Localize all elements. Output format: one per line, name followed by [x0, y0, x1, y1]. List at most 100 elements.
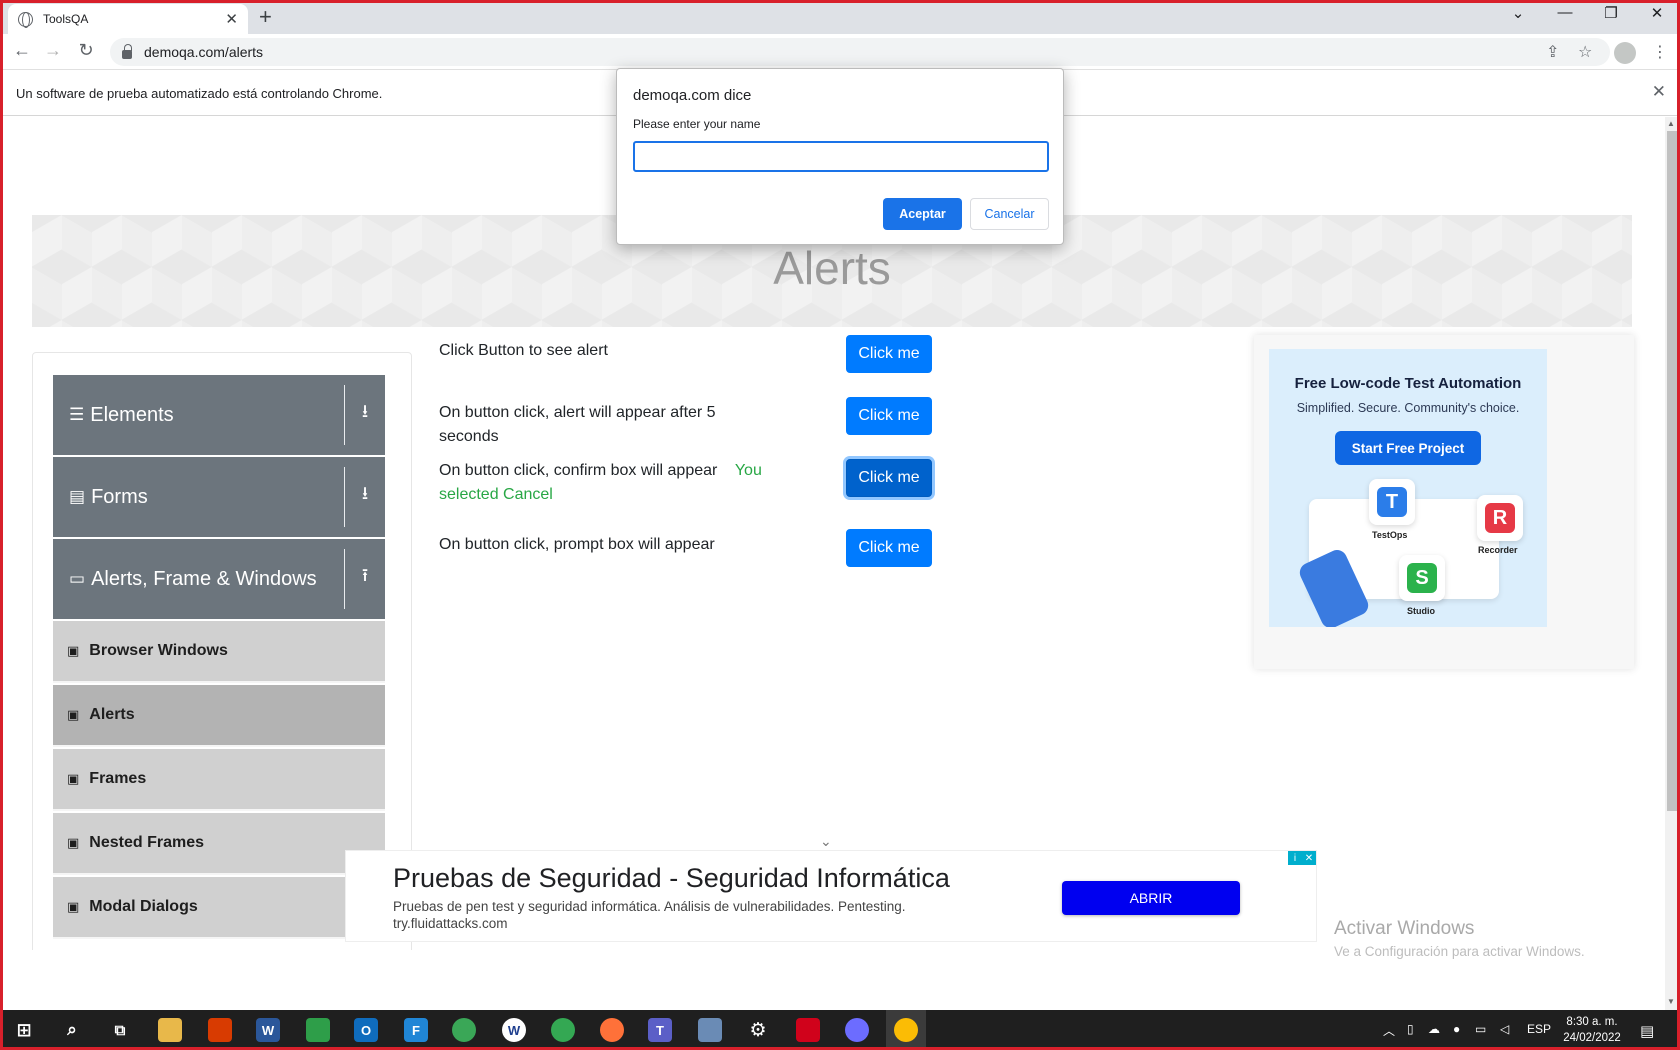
ad-bottom-description: Pruebas de pen test y seguridad informát…	[393, 899, 906, 914]
windows-start-icon[interactable]: ⊞	[12, 1018, 36, 1042]
chevron-down-icon[interactable]: ⌄	[820, 833, 832, 850]
sidebar-item-alerts[interactable]: ▣ Alerts	[53, 685, 385, 747]
sidebar-group-forms[interactable]: ▤ Forms ⭳	[53, 457, 385, 537]
share-icon[interactable]: ⇪	[1546, 42, 1559, 62]
inbox-app-icon[interactable]	[698, 1018, 722, 1042]
sidebar-item-modal-dialogs[interactable]: ▣ Modal Dialogs	[53, 877, 385, 939]
info-icon[interactable]: i	[1288, 851, 1302, 865]
outlook-icon[interactable]: O	[354, 1018, 378, 1042]
download-arrow-icon[interactable]: ⭳	[354, 481, 376, 511]
clock-time: 8:30 a. m.	[1566, 1016, 1618, 1028]
word-icon[interactable]: W	[256, 1018, 280, 1042]
ad-right[interactable]: Free Low-code Test Automation Simplified…	[1254, 335, 1634, 669]
close-icon[interactable]: ✕	[1302, 851, 1316, 865]
network-icon[interactable]: ▭	[1475, 1022, 1486, 1036]
download-arrow-icon[interactable]: ⭳	[354, 399, 376, 429]
browser-tab[interactable]: ToolsQA ✕	[8, 4, 248, 34]
confirm-button[interactable]: Click me	[846, 459, 932, 497]
address-bar[interactable]: demoqa.com/alerts	[110, 38, 1610, 66]
sidebar-group-label: Alerts, Frame & Windows	[91, 567, 317, 590]
scroll-down-arrow-icon[interactable]: ▼	[1667, 997, 1675, 1006]
document-icon: ▤	[69, 487, 86, 506]
office-icon[interactable]	[208, 1018, 232, 1042]
sidebar-item-label: Nested Frames	[89, 834, 205, 851]
taskbar-clock[interactable]: 8:30 a. m. 24/02/2022	[1556, 1014, 1628, 1046]
new-tab-button[interactable]: +	[259, 4, 272, 30]
sidebar-group-elements[interactable]: ☰ Elements ⭳	[53, 375, 385, 455]
ad-choices[interactable]: i ✕	[1288, 851, 1316, 865]
tray-chevron-icon[interactable]: ︿	[1383, 1022, 1395, 1039]
clock-date: 24/02/2022	[1563, 1032, 1621, 1044]
sidebar-item-browser-windows[interactable]: ▣ Browser Windows	[53, 621, 385, 683]
divider	[344, 385, 345, 445]
language-indicator[interactable]: ESP	[1527, 1022, 1551, 1036]
ad-open-button[interactable]: ABRIR	[1062, 881, 1240, 915]
ad-card[interactable]: Free Low-code Test Automation Simplified…	[1269, 349, 1547, 627]
chrome-icon[interactable]	[894, 1018, 918, 1042]
ad-bottom[interactable]: i ✕ Pruebas de Seguridad - Seguridad Inf…	[345, 850, 1317, 942]
list-item-icon: ▣	[67, 835, 80, 850]
testops-icon: T	[1369, 479, 1415, 525]
alert-row-text: On button click, prompt box will appear	[439, 536, 715, 553]
ad-product-label: Studio	[1407, 606, 1435, 616]
ad-bottom-url[interactable]: try.fluidattacks.com	[393, 916, 508, 931]
f-app-icon[interactable]: F	[404, 1018, 428, 1042]
settings-gear-icon[interactable]: ⚙	[746, 1018, 770, 1042]
infobar-close-icon[interactable]: ✕	[1652, 82, 1666, 102]
search-icon[interactable]: ⌕	[60, 1018, 84, 1042]
ad-cta-button[interactable]: Start Free Project	[1335, 431, 1481, 465]
tab-close-icon[interactable]: ✕	[225, 10, 238, 28]
teams-icon[interactable]: T	[648, 1018, 672, 1042]
profile-avatar[interactable]	[1614, 42, 1636, 64]
sidebar-item-nested-frames[interactable]: ▣ Nested Frames	[53, 813, 385, 875]
accept-button[interactable]: Aceptar	[883, 198, 962, 230]
browser-app-icon[interactable]: W	[502, 1018, 526, 1042]
microphone-icon[interactable]: ●	[1453, 1022, 1460, 1036]
forward-button[interactable]: →	[41, 40, 65, 61]
file-explorer-icon[interactable]	[158, 1018, 182, 1042]
ad-subtitle: Simplified. Secure. Community's choice.	[1296, 401, 1520, 415]
upload-arrow-icon[interactable]: ⭱	[354, 563, 376, 593]
volume-icon[interactable]: ◁	[1500, 1022, 1509, 1036]
hamburger-icon: ☰	[69, 405, 85, 424]
back-button[interactable]: ←	[10, 40, 34, 61]
cancel-button[interactable]: Cancelar	[970, 198, 1049, 230]
eclipse-icon[interactable]	[845, 1018, 869, 1042]
alert-row-text-label: On button click, confirm box will appear	[439, 462, 718, 479]
notification-icon[interactable]: ▤	[1640, 1022, 1654, 1040]
sidebar-group-label: Forms	[91, 485, 148, 508]
adobe-icon[interactable]	[796, 1018, 820, 1042]
sidebar-item-label: Alerts	[89, 706, 135, 723]
minimize-button[interactable]: —	[1545, 4, 1585, 21]
globe-app-icon[interactable]	[452, 1018, 476, 1042]
menu-kebab-icon[interactable]: ⋮	[1652, 42, 1668, 62]
list-item-icon: ▣	[67, 643, 80, 658]
name-input[interactable]	[633, 141, 1049, 172]
close-window-button[interactable]: ✕	[1637, 4, 1677, 22]
sidebar-item-frames[interactable]: ▣ Frames	[53, 749, 385, 811]
ad-bottom-title[interactable]: Pruebas de Seguridad - Seguridad Informá…	[393, 863, 950, 894]
scroll-up-arrow-icon[interactable]: ▲	[1667, 119, 1675, 128]
chrome-canary-icon[interactable]	[551, 1018, 575, 1042]
tray-cloud-icon[interactable]: ☁	[1428, 1022, 1440, 1036]
bookmark-star-icon[interactable]: ☆	[1578, 42, 1592, 62]
task-view-icon[interactable]: ⧉	[108, 1018, 132, 1042]
tab-search-chevron-icon[interactable]: ⌄	[1498, 4, 1538, 22]
divider	[344, 467, 345, 527]
prompt-button[interactable]: Click me	[846, 529, 932, 567]
tray-device-icon[interactable]: ▯	[1407, 1022, 1414, 1036]
media-app-icon[interactable]	[306, 1018, 330, 1042]
alert-button[interactable]: Click me	[846, 335, 932, 373]
firefox-icon[interactable]	[600, 1018, 624, 1042]
timer-alert-button[interactable]: Click me	[846, 397, 932, 435]
restore-button[interactable]: ❐	[1591, 4, 1631, 22]
recorder-icon: R	[1477, 495, 1523, 541]
sidebar-group-alerts-frame-windows[interactable]: ▭ Alerts, Frame & Windows ⭱	[53, 539, 385, 619]
studio-icon: S	[1399, 555, 1445, 601]
reload-button[interactable]: ↻	[74, 40, 98, 61]
scrollbar-thumb[interactable]	[1667, 131, 1678, 811]
page-scrollbar[interactable]: ▲ ▼	[1665, 117, 1680, 1010]
alert-row-text: On button click, alert will appear after…	[439, 404, 716, 445]
lock-icon[interactable]	[122, 43, 132, 59]
browser-tab-strip: ToolsQA ✕ + ⌄ — ❐ ✕	[0, 0, 1680, 34]
